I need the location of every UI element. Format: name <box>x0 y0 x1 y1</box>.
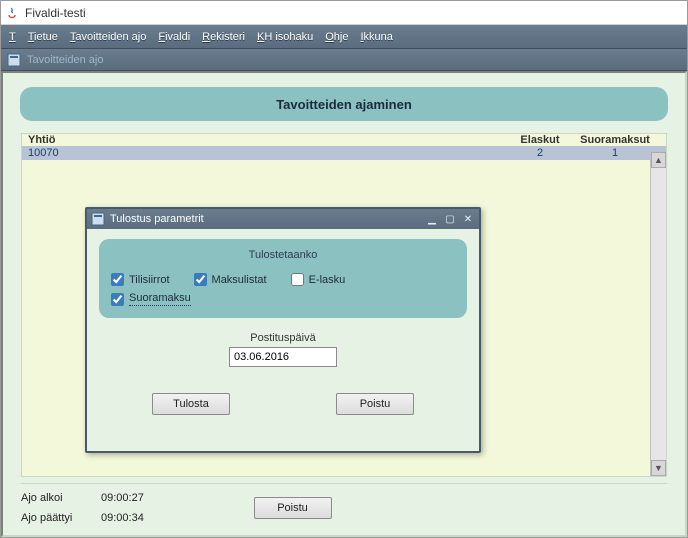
tulostus-parametrit-dialog: Tulostus parametrit ▁ ▢ ✕ Tulostetaanko … <box>85 207 481 453</box>
menubar: T Tietue Tavoitteiden ajo Fivaldi Rekist… <box>1 25 687 49</box>
status-area: Ajo alkoi 09:00:27 Poistu Ajo päättyi 09… <box>21 483 667 527</box>
scroll-up-icon[interactable]: ▲ <box>651 152 666 168</box>
dialog-title: Tulostus parametrit <box>110 213 425 225</box>
dialog-poistu-button[interactable]: Poistu <box>336 393 414 415</box>
java-icon <box>5 6 19 20</box>
postituspaiva-input[interactable] <box>229 347 337 367</box>
minimize-icon[interactable]: ▁ <box>425 213 439 225</box>
postituspaiva-area: Postituspäivä <box>99 332 467 367</box>
close-icon[interactable]: ✕ <box>461 213 475 225</box>
col-header-suoramaksut: Suoramaksut <box>570 134 660 146</box>
menu-toiminnot[interactable]: T <box>9 31 16 43</box>
menu-kh-isohaku[interactable]: KH isohaku <box>257 31 313 43</box>
menu-tietue[interactable]: Tietue <box>28 31 58 43</box>
col-header-yhtio: Yhtiö <box>28 134 88 146</box>
checkbox-tilisiirrot-input[interactable] <box>111 273 124 286</box>
cell-yhtio: 10070 <box>28 147 88 159</box>
dialog-body: Tulostetaanko Tilisiirrot Maksulistat <box>87 229 479 451</box>
checkbox-suoramaksu-input[interactable] <box>111 293 124 306</box>
ajo-paattyi-value: 09:00:34 <box>101 512 201 524</box>
checkbox-tilisiirrot[interactable]: Tilisiirrot <box>111 273 170 286</box>
checkbox-elasku-input[interactable] <box>291 273 304 286</box>
window-title: Fivaldi-testi <box>25 6 86 20</box>
scroll-down-icon[interactable]: ▼ <box>651 460 666 476</box>
mdi-title: Tavoitteiden ajo <box>27 54 103 66</box>
form-icon <box>7 53 21 67</box>
tulosta-button[interactable]: Tulosta <box>152 393 230 415</box>
window-buttons: ▁ ▢ ✕ <box>425 213 475 225</box>
checkbox-maksulistat[interactable]: Maksulistat <box>194 273 267 286</box>
cell-suoramaksut: 1 <box>570 147 660 159</box>
ajo-alkoi-value: 09:00:27 <box>101 492 201 504</box>
tulostetaanko-label: Tulostetaanko <box>111 249 455 261</box>
mdi-child-titlebar[interactable]: Tavoitteiden ajo <box>1 49 687 71</box>
menu-ohje[interactable]: Ohje <box>325 31 348 43</box>
banner-title: Tavoitteiden ajaminen <box>20 87 668 121</box>
poistu-button[interactable]: Poistu <box>254 497 332 519</box>
dialog-button-row: Tulosta Poistu <box>99 393 467 415</box>
ajo-paattyi-label: Ajo päättyi <box>21 512 101 524</box>
dialog-titlebar[interactable]: Tulostus parametrit ▁ ▢ ✕ <box>87 209 479 229</box>
application-window: Fivaldi-testi T Tietue Tavoitteiden ajo … <box>0 0 688 538</box>
tulostetaanko-panel: Tulostetaanko Tilisiirrot Maksulistat <box>99 239 467 318</box>
menu-fivaldi[interactable]: Fivaldi <box>158 31 190 43</box>
checkbox-maksulistat-input[interactable] <box>194 273 207 286</box>
menu-ikkuna[interactable]: Ikkuna <box>360 31 392 43</box>
titlebar[interactable]: Fivaldi-testi <box>1 1 687 25</box>
checkbox-suoramaksu[interactable]: Suoramaksu <box>111 292 455 306</box>
cell-elaskut: 2 <box>510 147 570 159</box>
table-row[interactable]: 10070 2 1 <box>22 146 666 160</box>
maximize-icon[interactable]: ▢ <box>443 213 457 225</box>
col-header-elaskut: Elaskut <box>510 134 570 146</box>
checkbox-elasku[interactable]: E-lasku <box>291 273 346 286</box>
form-icon <box>91 212 105 226</box>
scrollbar[interactable]: ▲ ▼ <box>650 152 666 476</box>
client-area: Tavoitteiden ajaminen Yhtiö Elaskut Suor… <box>1 71 687 537</box>
table-header: Yhtiö Elaskut Suoramaksut <box>22 134 666 146</box>
postituspaiva-label: Postituspäivä <box>99 332 467 344</box>
menu-rekisteri[interactable]: Rekisteri <box>202 31 245 43</box>
menu-tavoitteiden-ajo[interactable]: Tavoitteiden ajo <box>70 31 146 43</box>
ajo-alkoi-label: Ajo alkoi <box>21 492 101 504</box>
